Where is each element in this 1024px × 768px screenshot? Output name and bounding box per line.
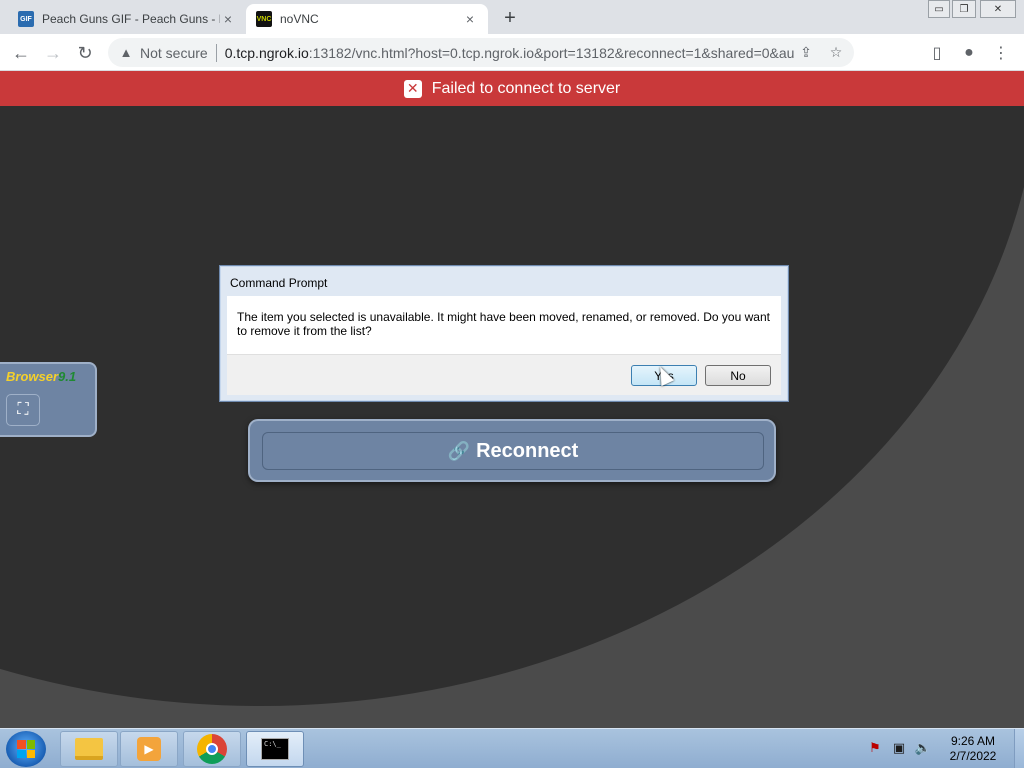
forward-button[interactable]: → bbox=[40, 40, 66, 66]
taskbar-command-prompt[interactable]: C:\_ bbox=[246, 731, 304, 767]
address-bar[interactable]: ▲ Not secure 0.tcp.ngrok.io:13182/vnc.ht… bbox=[108, 38, 854, 67]
tab-title: Peach Guns GIF - Peach Guns - D bbox=[42, 12, 220, 26]
taskbar-explorer[interactable] bbox=[60, 731, 118, 767]
dialog-title: Command Prompt bbox=[230, 276, 328, 290]
share-icon[interactable]: ⇪ bbox=[794, 41, 818, 65]
action-center-flag-icon[interactable]: ⚑ bbox=[866, 739, 884, 757]
media-player-icon: ▶ bbox=[137, 737, 161, 761]
novnc-favicon-icon: VNC bbox=[256, 11, 272, 27]
command-prompt-dialog: Command Prompt The item you selected is … bbox=[219, 265, 789, 402]
profile-avatar-icon[interactable]: ● bbox=[956, 40, 982, 66]
side-panel-icon[interactable]: ▯ bbox=[924, 40, 950, 66]
tab-close-icon[interactable]: × bbox=[220, 11, 236, 27]
reconnect-label: Reconnect bbox=[476, 439, 579, 462]
new-tab-button[interactable]: + bbox=[498, 6, 522, 30]
clock-time: 9:26 AM bbox=[950, 734, 996, 748]
no-button[interactable]: No bbox=[705, 365, 771, 386]
dialog-button-row: Yes No bbox=[227, 354, 781, 395]
dialog-message: The item you selected is unavailable. It… bbox=[227, 296, 781, 354]
url-text[interactable]: 0.tcp.ngrok.io:13182/vnc.html?host=0.tcp… bbox=[225, 45, 794, 61]
reload-button[interactable]: ↻ bbox=[72, 40, 98, 66]
gif-favicon-icon: GIF bbox=[18, 11, 34, 27]
novnc-brand-logo: Browser9.1 bbox=[6, 369, 77, 384]
taskbar-chrome[interactable] bbox=[183, 731, 241, 767]
clock-date: 2/7/2022 bbox=[949, 749, 997, 763]
banner-message: Failed to connect to server bbox=[431, 79, 621, 97]
warning-triangle-icon: ▲ bbox=[119, 45, 133, 60]
connection-error-banner: ✕ Failed to connect to server bbox=[0, 71, 1024, 106]
network-icon[interactable]: ▣ bbox=[890, 739, 908, 757]
novnc-control-bar: Browser9.1 ⛶ bbox=[0, 362, 97, 437]
volume-icon[interactable]: 🔈 bbox=[914, 739, 932, 757]
minimize-window-button[interactable]: ▭ bbox=[928, 0, 950, 18]
back-button[interactable]: ← bbox=[8, 40, 34, 66]
windows-logo-icon bbox=[17, 740, 35, 758]
show-desktop-button[interactable] bbox=[1014, 729, 1024, 768]
tab-peach-guns[interactable]: GIF Peach Guns GIF - Peach Guns - D × bbox=[8, 4, 246, 34]
wallpaper-curve bbox=[0, 106, 1024, 706]
command-prompt-icon: C:\_ bbox=[261, 738, 289, 760]
error-x-icon: ✕ bbox=[403, 79, 422, 98]
folder-icon bbox=[75, 738, 103, 760]
close-window-button[interactable]: ✕ bbox=[980, 0, 1016, 18]
tab-close-icon[interactable]: × bbox=[462, 11, 478, 27]
security-label: Not secure bbox=[140, 44, 208, 61]
start-button[interactable] bbox=[6, 731, 46, 767]
chrome-icon bbox=[197, 734, 227, 764]
windows-taskbar: ▶ C:\_ ⚑ ▣ 🔈 9:26 AM 2/7/2022 bbox=[0, 728, 1024, 768]
menu-kebab-icon[interactable]: ⋮ bbox=[988, 40, 1014, 66]
system-clock[interactable]: 9:26 AM 2/7/2022 bbox=[940, 734, 1006, 764]
reconnect-panel: 🔗 Reconnect bbox=[248, 419, 776, 482]
remote-desktop-canvas[interactable]: Browser9.1 ⛶ 🔗 Reconnect bbox=[0, 106, 1024, 728]
address-separator bbox=[215, 43, 217, 62]
tab-novnc[interactable]: VNC noVNC × bbox=[246, 4, 488, 34]
restore-window-button[interactable]: ❐ bbox=[952, 0, 976, 18]
browser-toolbar: ← → ↻ ▲ Not secure 0.tcp.ngrok.io:13182/… bbox=[0, 34, 1024, 71]
bookmark-star-icon[interactable]: ☆ bbox=[824, 41, 848, 65]
fullscreen-icon[interactable]: ⛶ bbox=[6, 394, 40, 426]
taskbar-media-player[interactable]: ▶ bbox=[120, 731, 178, 767]
link-icon: 🔗 bbox=[447, 440, 471, 461]
tab-title: noVNC bbox=[280, 12, 319, 26]
reconnect-button[interactable]: 🔗 Reconnect bbox=[262, 432, 764, 470]
browser-tab-strip: GIF Peach Guns GIF - Peach Guns - D × VN… bbox=[0, 0, 1024, 34]
